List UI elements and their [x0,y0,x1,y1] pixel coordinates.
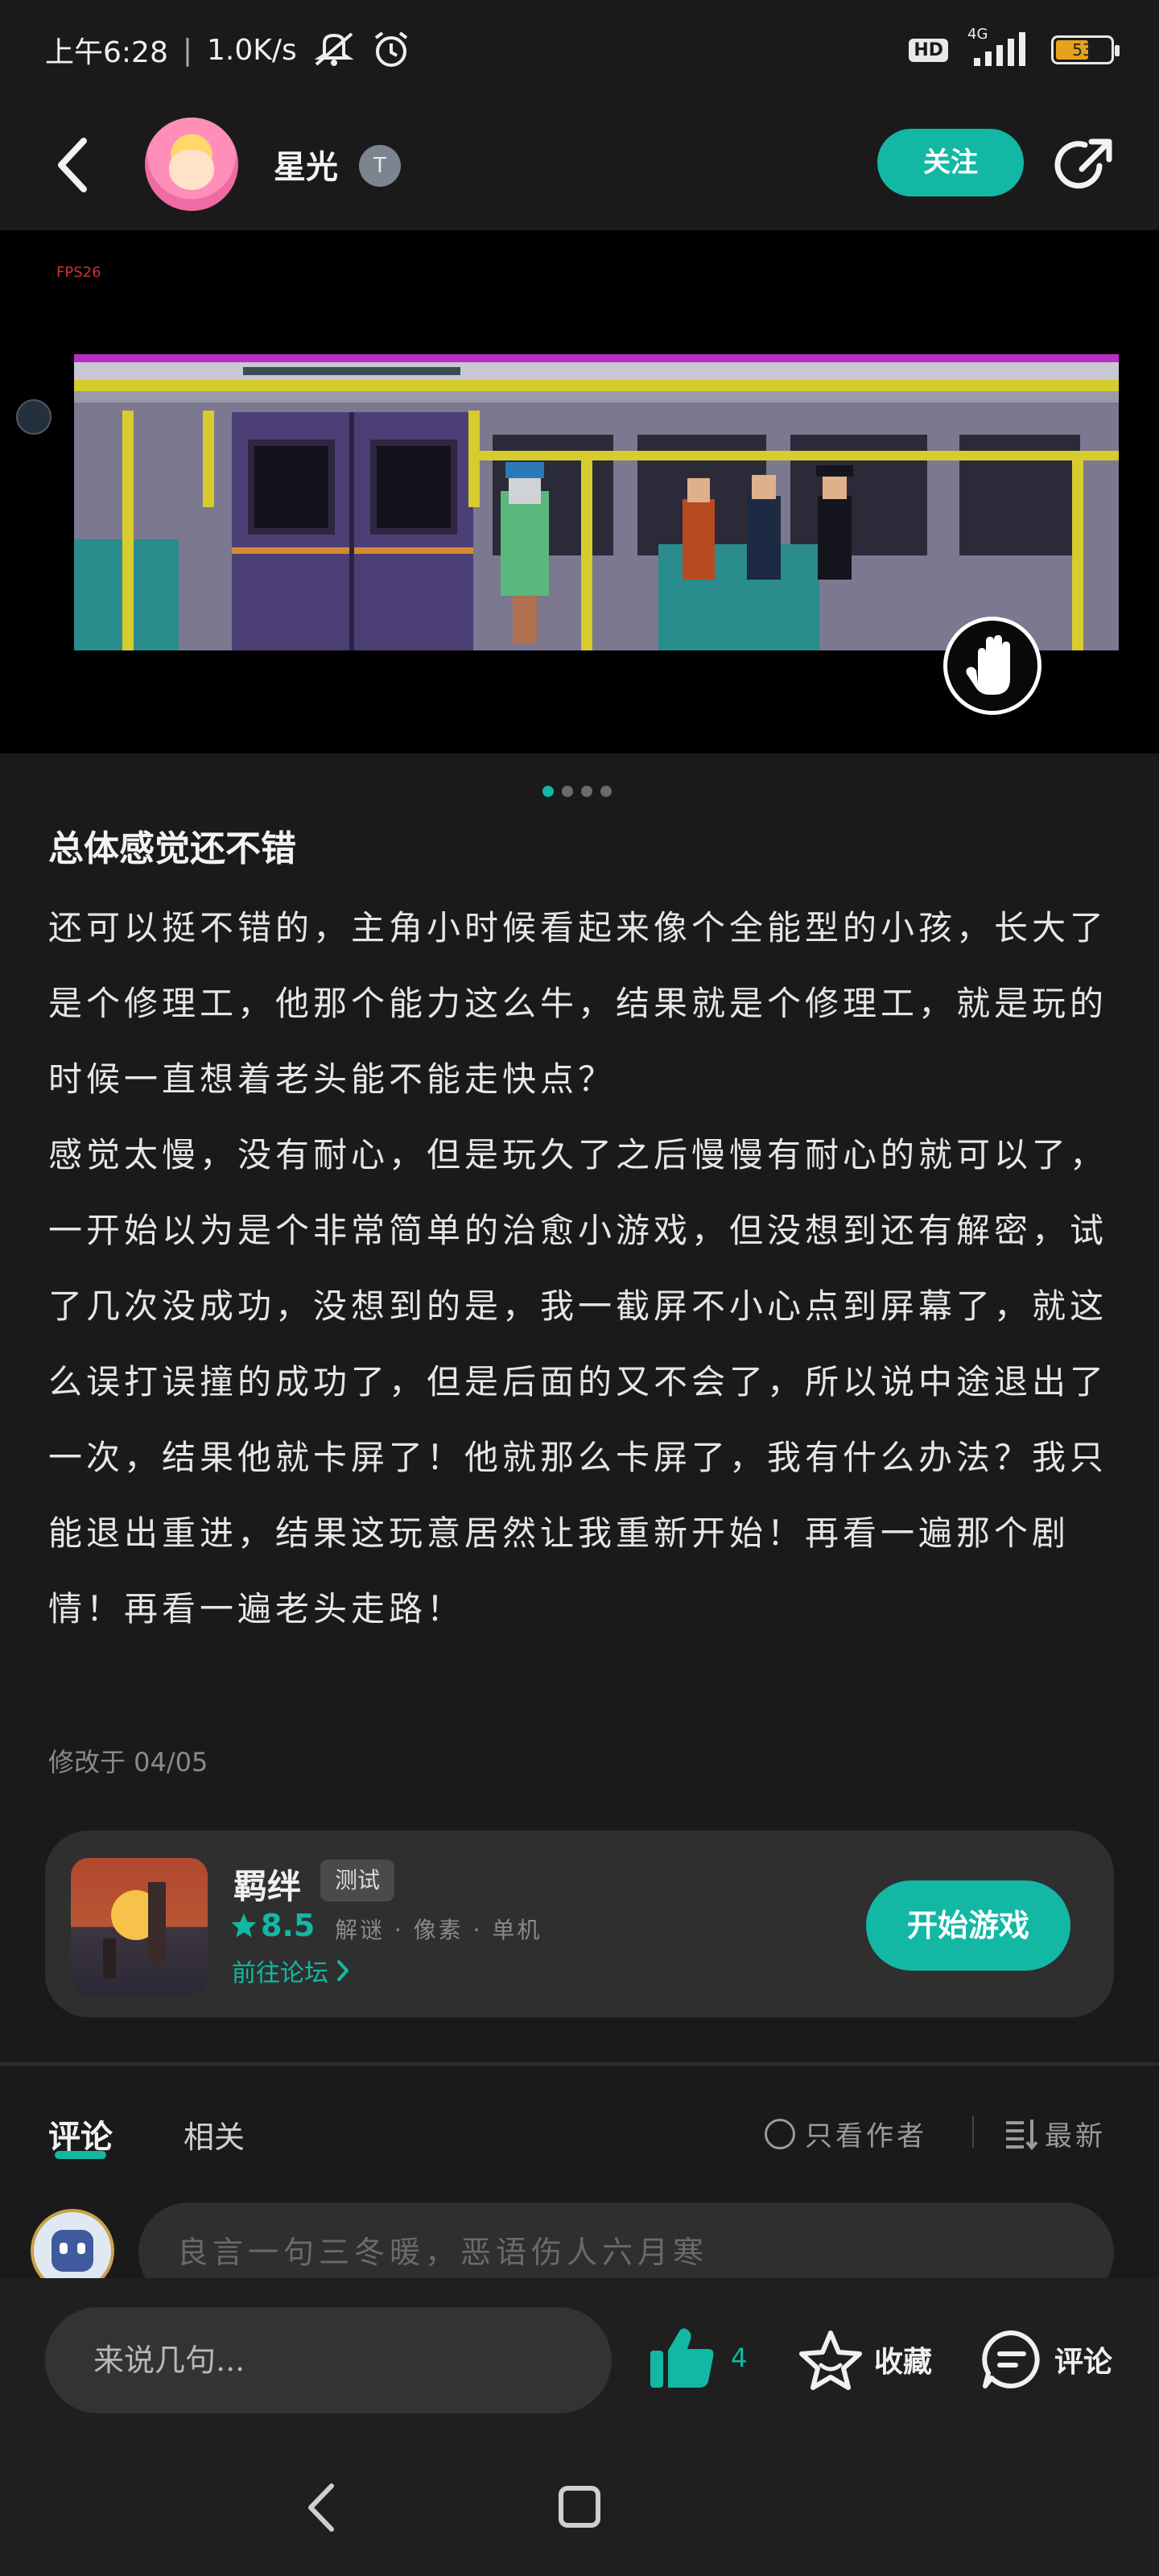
star-outline-icon [799,2330,862,2390]
pager-dot[interactable] [600,786,612,797]
status-left: 上午6:28 | 1.0K/s [45,29,411,71]
status-time: 上午6:28 [45,36,168,69]
post-title: 总体感觉还不错 [48,828,296,869]
hand-icon [966,635,1010,695]
game-test-badge: 测试 [320,1860,395,1901]
battery-icon: 53 [1051,35,1120,64]
carousel-pager [542,786,612,797]
author-only-label: 只看作者 [805,2120,927,2153]
sort-icon [1006,2119,1038,2150]
mute-icon [314,32,354,66]
game-tags: 解谜 · 像素 · 单机 [335,1917,542,1943]
status-network-speed: 1.0K/s [206,33,297,67]
author-avatar[interactable] [145,118,238,211]
status-right: HD 4G 53 [909,26,1120,68]
system-back-icon[interactable] [298,2479,346,2536]
tab-related[interactable]: 相关 [184,2112,245,2157]
sort-label: 最新 [1045,2120,1106,2153]
author-level-badge: T [359,145,401,187]
touch-control-button[interactable] [943,617,1041,715]
thumbs-up-icon [650,2328,714,2388]
section-divider [0,2062,1159,2066]
start-game-button[interactable]: 开始游戏 [866,1880,1070,1971]
signal-icon: 4G [967,26,1032,68]
post-paragraph: 还可以挺不错的，主角小时候看起来像个全能型的小孩，长大了是个修理工，他那个能力这… [48,908,1108,1099]
comment-label: 评论 [1054,2346,1113,2379]
radio-icon [765,2118,795,2149]
comment-bubble-icon [982,2330,1040,2388]
star-icon [231,1913,257,1938]
fps-label: FPS26 [56,264,101,281]
favorite-label: 收藏 [874,2346,933,2379]
comment-button[interactable]: 评论 [980,2328,1112,2391]
like-button[interactable]: 4 [649,2326,747,2389]
hd-badge: HD [909,38,948,62]
like-count: 4 [731,2343,748,2373]
post-paragraph: 感觉太慢，没有耐心，但是玩久了之后慢慢有耐心的就可以了，一开始以为是个非常简单的… [48,1135,1108,1629]
game-screenshot [74,354,1119,650]
author-name[interactable]: 星光 [274,141,338,188]
game-name[interactable]: 羁绊 [233,1860,301,1909]
alarm-icon [374,31,407,67]
forum-link-label: 前往论坛 [232,1959,328,1988]
chevron-right-icon [337,1960,349,1981]
pager-dot-active[interactable] [542,786,554,797]
battery-level: 53 [1072,40,1093,60]
post-body: 还可以挺不错的，主角小时候看起来像个全能型的小孩，长大了是个修理工，他那个能力这… [48,890,1111,1647]
pager-dot[interactable] [562,786,573,797]
status-separator: | [182,33,192,67]
favorite-button[interactable]: 收藏 [798,2328,932,2391]
pager-dot[interactable] [581,786,592,797]
share-icon[interactable] [1053,134,1117,198]
game-rating: 8.5 [230,1908,315,1943]
quick-reply-input[interactable] [45,2307,612,2413]
follow-button[interactable]: 关注 [877,129,1024,196]
forum-link[interactable]: 前往论坛 [232,1953,351,1988]
game-cover-image[interactable] [71,1858,208,1995]
author-only-toggle[interactable]: 只看作者 [765,2114,927,2153]
modified-date: 修改于 04/05 [48,1747,208,1777]
back-arrow-icon[interactable] [48,133,97,197]
game-rating-value: 8.5 [261,1908,316,1943]
system-home-icon[interactable] [557,2484,602,2529]
tab-active-indicator [55,2151,106,2159]
overlay-dot-icon [16,399,52,435]
filter-separator [972,2116,974,2148]
sort-button[interactable]: 最新 [1004,2114,1106,2153]
